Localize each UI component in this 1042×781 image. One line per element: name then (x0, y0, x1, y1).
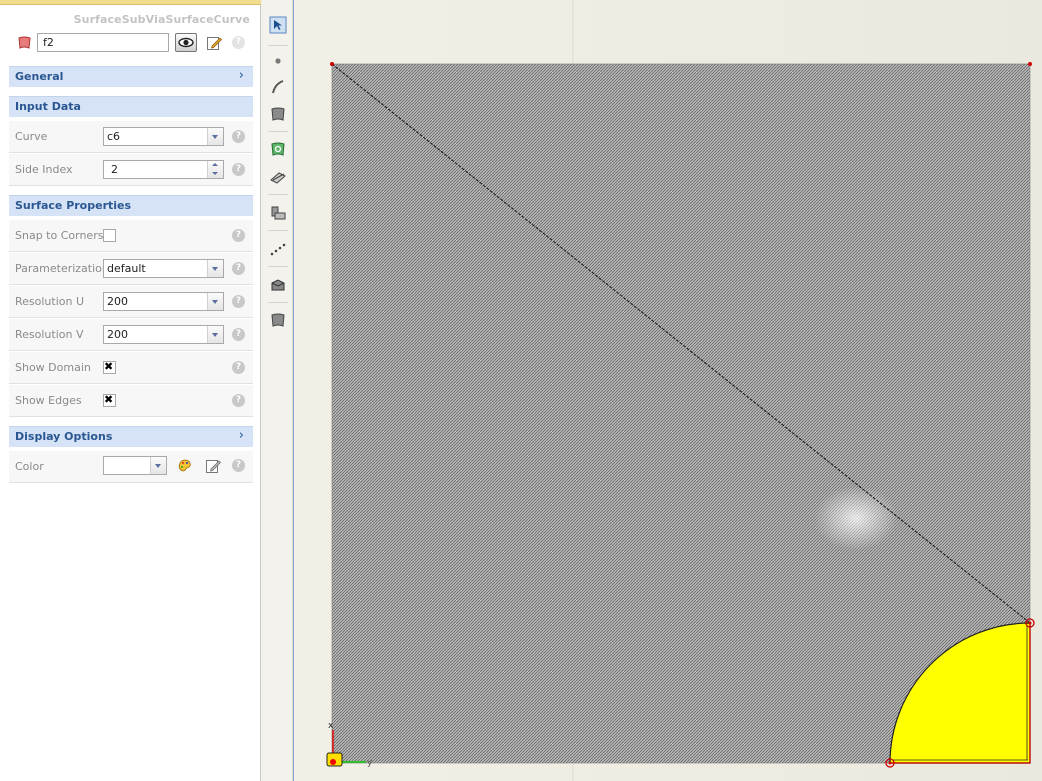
color-row: Color ? (9, 451, 253, 483)
snap-label: Snap to Corners (15, 229, 104, 242)
show-domain-row: Show Domain ? (9, 352, 253, 384)
arc-start-point-center (888, 761, 892, 765)
side-index-value: 2 (111, 163, 118, 176)
section-input-data-title: Input Data (15, 100, 81, 113)
side-index-help-icon[interactable]: ? (232, 163, 245, 176)
property-panel: SurfaceSubViaSurfaceCurve ? General › In… (0, 0, 261, 781)
chevron-down-icon[interactable] (150, 457, 166, 474)
toolbar-separator (268, 230, 288, 231)
3d-viewport[interactable]: x y (293, 0, 1042, 781)
resolution-u-select[interactable]: 200 (103, 292, 224, 311)
resolution-u-help-icon[interactable]: ? (232, 295, 245, 308)
side-index-label: Side Index (15, 163, 73, 176)
parameterization-value: default (107, 262, 146, 275)
color-help-icon[interactable]: ? (232, 459, 245, 472)
resolution-v-select[interactable]: 200 (103, 325, 224, 344)
curve-end-point-center (1028, 621, 1032, 625)
section-display-options-title: Display Options (15, 430, 113, 443)
resolution-v-row: Resolution V 200 ? (9, 319, 253, 351)
show-domain-label: Show Domain (15, 361, 91, 374)
patch-icon[interactable] (269, 311, 287, 329)
resolution-u-label: Resolution U (15, 295, 85, 308)
surface-square[interactable] (332, 64, 1030, 763)
toolbar-separator (268, 194, 288, 195)
color-label: Color (15, 460, 44, 473)
resolution-u-value: 200 (107, 295, 128, 308)
color-edit-icon[interactable] (205, 458, 221, 474)
chevron-down-icon[interactable] (207, 260, 223, 277)
parameterization-select[interactable]: default (103, 259, 224, 278)
light-glare (814, 486, 898, 550)
tool-strip (262, 0, 293, 781)
resolution-u-row: Resolution U 200 ? (9, 286, 253, 318)
axis-x-label: x (328, 721, 334, 731)
name-field[interactable] (37, 33, 169, 52)
toolbar-separator (268, 45, 288, 46)
intersect-icon[interactable] (269, 204, 287, 222)
curve-label: Curve (15, 130, 48, 143)
palette-icon[interactable] (178, 459, 192, 473)
snap-help-icon[interactable]: ? (232, 229, 245, 242)
snap-checkbox[interactable] (103, 229, 116, 242)
dotted-line-icon[interactable] (269, 240, 287, 258)
section-surface-properties-title: Surface Properties (15, 199, 132, 212)
solid-icon[interactable] (269, 276, 287, 294)
chevron-down-icon[interactable] (207, 326, 223, 343)
stepper-buttons[interactable] (207, 161, 223, 178)
chevron-right-icon: › (238, 428, 244, 443)
viewport-scene: x y (294, 0, 1042, 781)
name-row: ? (14, 32, 254, 54)
surface-icon (18, 36, 31, 49)
curve-help-icon[interactable]: ? (232, 130, 245, 143)
object-type-label: SurfaceSubViaSurfaceCurve (73, 13, 250, 26)
side-index-row: Side Index 2 ? (9, 154, 253, 186)
curve-select[interactable]: c6 (103, 127, 224, 146)
resolution-v-help-icon[interactable]: ? (232, 328, 245, 341)
toolbar-separator (268, 131, 288, 132)
parameterization-row: Parameterization default ? (9, 253, 253, 285)
axis-y-label: y (367, 758, 373, 768)
name-help-icon[interactable]: ? (232, 36, 245, 49)
chevron-down-icon[interactable] (207, 293, 223, 310)
chevron-right-icon: › (238, 68, 244, 83)
curve-value: c6 (107, 130, 121, 143)
snap-row: Snap to Corners ? (9, 220, 253, 252)
section-surface-properties[interactable]: Surface Properties (9, 195, 253, 216)
visibility-toggle-button[interactable] (175, 33, 197, 52)
plane-icon[interactable] (269, 168, 287, 186)
resolution-v-label: Resolution V (15, 328, 84, 341)
show-domain-help-icon[interactable]: ? (232, 361, 245, 374)
chevron-down-icon[interactable] (207, 128, 223, 145)
show-edges-help-icon[interactable]: ? (232, 394, 245, 407)
show-edges-label: Show Edges (15, 394, 82, 407)
section-input-data[interactable]: Input Data (9, 96, 253, 117)
curve-row: Curve c6 ? (9, 121, 253, 153)
stepper-up-icon[interactable] (212, 163, 218, 166)
section-general[interactable]: General › (9, 66, 253, 87)
panel-top-strip (0, 0, 261, 5)
eye-icon (178, 37, 194, 48)
surface-tool-icon[interactable] (269, 105, 287, 123)
surface-via-curve-icon[interactable] (269, 140, 287, 158)
select-arrow-icon[interactable] (269, 16, 287, 34)
toolbar-separator (268, 302, 288, 303)
edit-icon[interactable] (206, 35, 222, 51)
color-select[interactable] (103, 456, 167, 475)
point-icon[interactable] (269, 52, 287, 70)
curve-icon[interactable] (269, 78, 287, 96)
show-edges-row: Show Edges ? (9, 385, 253, 417)
side-index-stepper[interactable]: 2 (103, 160, 224, 179)
resolution-v-value: 200 (107, 328, 128, 341)
section-general-title: General (15, 70, 64, 83)
show-edges-checkbox[interactable] (103, 393, 116, 407)
show-domain-checkbox[interactable] (103, 360, 116, 374)
section-display-options[interactable]: Display Options › (9, 426, 253, 447)
parameterization-label: Parameterization (15, 262, 109, 275)
corner-point[interactable] (330, 62, 334, 66)
parameterization-help-icon[interactable]: ? (232, 262, 245, 275)
stepper-down-icon[interactable] (212, 172, 218, 175)
toolbar-separator (268, 266, 288, 267)
corner-point[interactable] (1028, 62, 1032, 66)
origin-point (330, 759, 336, 765)
